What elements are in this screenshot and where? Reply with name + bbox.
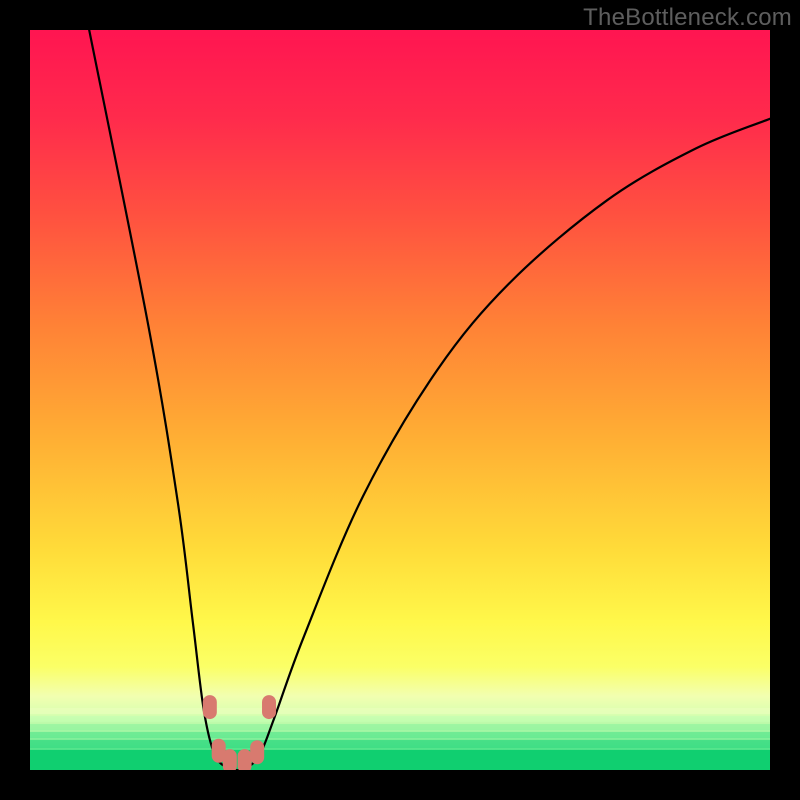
curve-marker <box>223 749 237 770</box>
curve-marker <box>250 740 264 764</box>
curve-marker <box>238 749 252 770</box>
v-curve-line <box>89 30 770 770</box>
curve-layer <box>30 30 770 770</box>
curve-marker <box>203 695 217 719</box>
markers-group <box>203 695 276 770</box>
chart-frame: TheBottleneck.com <box>0 0 800 800</box>
curve-marker <box>262 695 276 719</box>
watermark-text: TheBottleneck.com <box>583 4 792 32</box>
plot-area <box>30 30 770 770</box>
